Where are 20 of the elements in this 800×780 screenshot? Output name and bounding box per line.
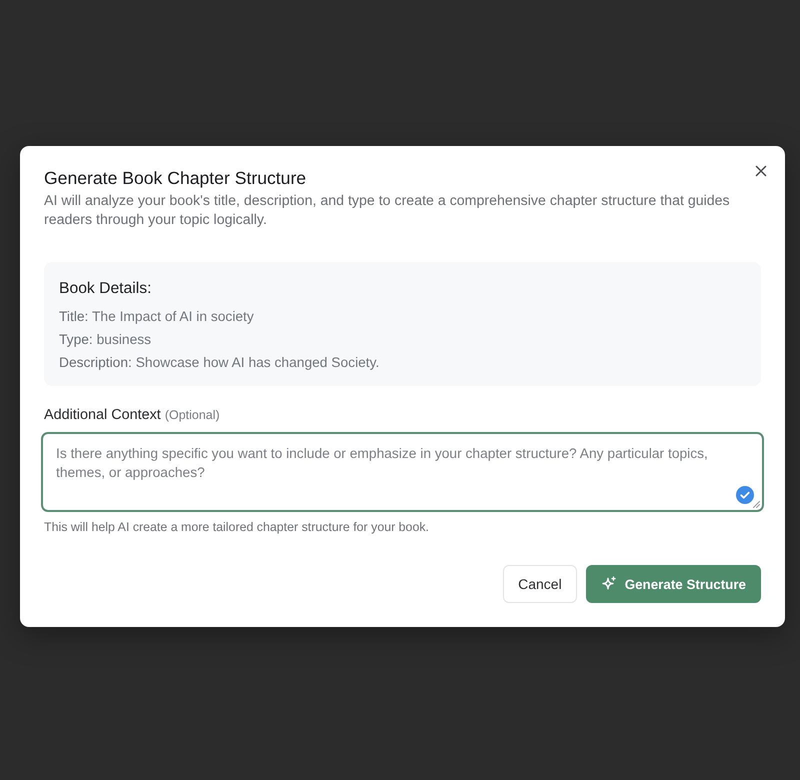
generate-button[interactable]: Generate Structure [586,565,761,603]
details-heading: Book Details: [59,279,152,299]
field-hint: This will help AI create a more tailored chapter structure for your book. [44,520,430,534]
optional-note: (Optional) [164,407,220,424]
detail-label: Title: [59,309,88,324]
dialog-description: AI will analyze your book's title, description, and type to create a comprehensive chapter structure that guides readers through your topic logically. [44,192,731,230]
close-icon [753,163,769,179]
detail-value: business [96,332,152,347]
context-field[interactable]: Is there anything specific you want to include or emphasize in your chapter structure? Any particular topics, themes, or approaches? [41,432,764,512]
cancel-button[interactable]: Cancel [503,565,577,603]
resize-grip-icon[interactable] [753,501,760,508]
detail-label: Description: [59,355,132,370]
detail-label: Type: [59,332,93,347]
close-button[interactable] [753,163,769,179]
detail-value: Showcase how AI has changed Society. [136,355,380,370]
field-label: Additional Context [44,406,161,424]
dialog-title: Generate Book Chapter Structure [44,167,306,189]
sparkle-icon [600,576,617,592]
check-circle-icon[interactable] [736,486,754,504]
detail-value: The Impact of AI in society [92,309,254,324]
